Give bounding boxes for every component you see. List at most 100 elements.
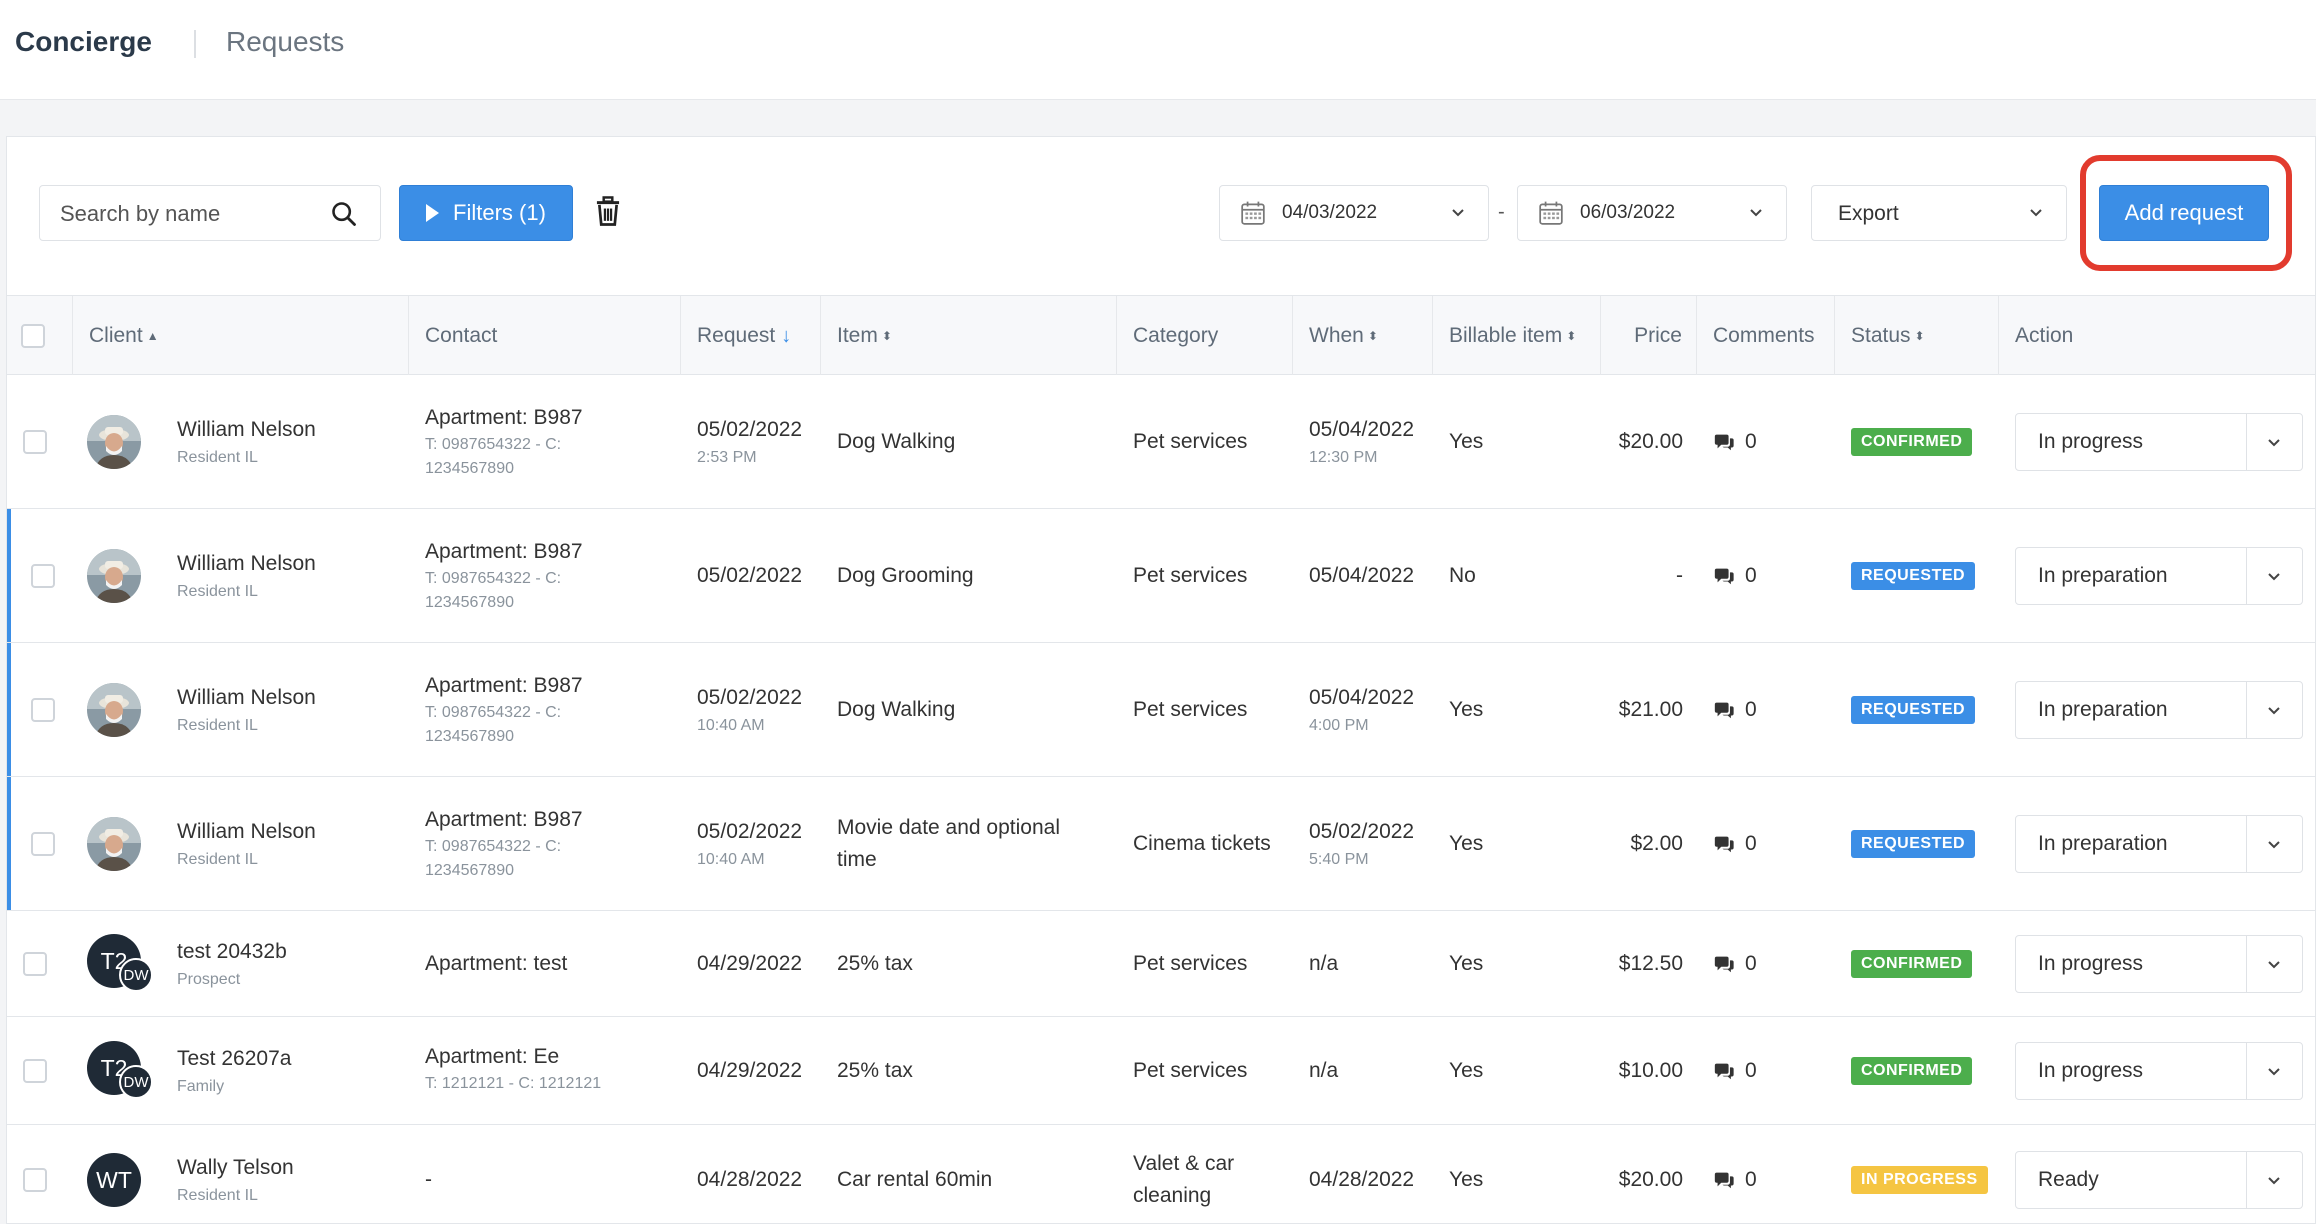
- row-checkbox[interactable]: [23, 430, 47, 454]
- secondary-avatar-initials: DW: [123, 1073, 149, 1091]
- client-cell[interactable]: Test 26207a Family: [177, 1017, 407, 1124]
- request-date: 04/28/2022: [697, 1167, 803, 1191]
- comments-icon[interactable]: [1713, 833, 1735, 855]
- row-checkbox[interactable]: [31, 698, 55, 722]
- billable-cell: Yes: [1449, 777, 1599, 910]
- row-checkbox[interactable]: [23, 952, 47, 976]
- client-name[interactable]: William Nelson: [177, 685, 407, 711]
- when-cell: n/a: [1309, 1017, 1433, 1124]
- th-contact: Contact: [409, 296, 681, 376]
- status-cell: CONFIRMED: [1851, 1017, 1999, 1124]
- when-date: 05/04/2022: [1309, 417, 1415, 441]
- client-role: Resident IL: [177, 448, 258, 466]
- app-title[interactable]: Concierge: [15, 26, 152, 58]
- date-from-picker[interactable]: 04/03/2022: [1219, 185, 1489, 241]
- comments-cell[interactable]: 0: [1713, 911, 1833, 1016]
- client-role: Resident IL: [177, 716, 258, 734]
- row-checkbox[interactable]: [23, 1168, 47, 1192]
- client-cell[interactable]: William Nelson Resident IL: [177, 509, 407, 642]
- action-divider: [2246, 816, 2247, 872]
- table-row[interactable]: William Nelson Resident IL Apartment: B9…: [7, 375, 2315, 509]
- row-checkbox[interactable]: [23, 1059, 47, 1083]
- action-select[interactable]: In preparation: [2015, 681, 2303, 739]
- client-role: Resident IL: [177, 582, 258, 600]
- action-select[interactable]: In progress: [2015, 1042, 2303, 1100]
- contact-phone: T: 0987654322 - C:: [425, 837, 562, 855]
- client-cell[interactable]: William Nelson Resident IL: [177, 777, 407, 910]
- price-cell: $2.00: [1601, 777, 1683, 910]
- table-row[interactable]: T2 DW test 20432b Prospect Apartment: te…: [7, 911, 2315, 1017]
- th-status-label: Status: [1851, 324, 1911, 347]
- item-name: 25% tax: [837, 1058, 913, 1082]
- comments-cell[interactable]: 0: [1713, 777, 1833, 910]
- th-request[interactable]: Request ↓: [681, 296, 821, 376]
- contact-phone-cont: 1234567890: [425, 861, 514, 879]
- when-time: 5:40 PM: [1309, 850, 1369, 868]
- action-select[interactable]: In preparation: [2015, 547, 2303, 605]
- comments-icon[interactable]: [1713, 431, 1735, 453]
- item-cell: Dog Walking: [837, 643, 1099, 776]
- client-cell[interactable]: William Nelson Resident IL: [177, 375, 407, 508]
- breadcrumb[interactable]: Requests: [226, 26, 344, 58]
- table-row[interactable]: William Nelson Resident IL Apartment: B9…: [7, 643, 2315, 777]
- status-badge: CONFIRMED: [1851, 949, 1973, 978]
- request-date: 05/02/2022: [697, 563, 803, 587]
- avatar-initials: WT: [96, 1166, 132, 1193]
- contact-cell: -: [425, 1125, 675, 1223]
- trash-icon[interactable]: [593, 195, 623, 227]
- comments-icon[interactable]: [1713, 1169, 1735, 1191]
- status-badge: IN PROGRESS: [1851, 1165, 1988, 1194]
- price-cell: $10.00: [1601, 1017, 1683, 1124]
- comments-cell[interactable]: 0: [1713, 1017, 1833, 1124]
- client-name[interactable]: William Nelson: [177, 551, 407, 577]
- search-icon[interactable]: [330, 200, 358, 228]
- table-row[interactable]: William Nelson Resident IL Apartment: B9…: [7, 777, 2315, 911]
- client-cell[interactable]: Wally Telson Resident IL: [177, 1125, 407, 1223]
- export-dropdown[interactable]: Export: [1811, 185, 2067, 241]
- search-field[interactable]: [39, 185, 381, 241]
- th-billable[interactable]: Billable item ⬍: [1433, 296, 1601, 376]
- comments-icon[interactable]: [1713, 565, 1735, 587]
- th-when[interactable]: When ⬍: [1293, 296, 1433, 376]
- secondary-avatar: DW: [119, 958, 153, 992]
- search-input[interactable]: [60, 198, 320, 230]
- client-name[interactable]: Test 26207a: [177, 1046, 407, 1072]
- sort-icon: ⬍: [881, 329, 892, 343]
- action-select[interactable]: In progress: [2015, 413, 2303, 471]
- category-cell: Pet services: [1133, 375, 1293, 508]
- comments-cell[interactable]: 0: [1713, 643, 1833, 776]
- comments-cell[interactable]: 0: [1713, 1125, 1833, 1223]
- client-name[interactable]: William Nelson: [177, 819, 407, 845]
- row-checkbox[interactable]: [31, 564, 55, 588]
- table-row[interactable]: WT Wally Telson Resident IL - 04/28/2022…: [7, 1125, 2315, 1223]
- client-name[interactable]: test 20432b: [177, 939, 407, 965]
- client-cell[interactable]: William Nelson Resident IL: [177, 643, 407, 776]
- date-to-picker[interactable]: 06/03/2022: [1517, 185, 1787, 241]
- comments-cell[interactable]: 0: [1713, 375, 1833, 508]
- filters-button[interactable]: Filters (1): [399, 185, 573, 241]
- client-cell[interactable]: test 20432b Prospect: [177, 911, 407, 1016]
- table-row[interactable]: William Nelson Resident IL Apartment: B9…: [7, 509, 2315, 643]
- table-row[interactable]: T2 DW Test 26207a Family Apartment: Ee T…: [7, 1017, 2315, 1125]
- add-request-button[interactable]: Add request: [2099, 185, 2269, 241]
- comments-cell[interactable]: 0: [1713, 509, 1833, 642]
- action-select[interactable]: In progress: [2015, 935, 2303, 993]
- th-item[interactable]: Item ⬍: [821, 296, 1117, 376]
- request-date: 04/29/2022: [697, 1058, 803, 1082]
- client-name[interactable]: Wally Telson: [177, 1155, 407, 1181]
- action-select[interactable]: Ready: [2015, 1151, 2303, 1209]
- contact-cell: Apartment: Ee T: 1212121 - C: 1212121: [425, 1017, 675, 1124]
- comments-count: 0: [1745, 831, 1757, 855]
- comments-icon[interactable]: [1713, 1060, 1735, 1082]
- billable-value: Yes: [1449, 1167, 1484, 1191]
- action-select[interactable]: In preparation: [2015, 815, 2303, 873]
- comments-icon[interactable]: [1713, 699, 1735, 721]
- row-checkbox[interactable]: [31, 832, 55, 856]
- th-status[interactable]: Status ⬍: [1835, 296, 1999, 376]
- th-client[interactable]: Client ▲: [73, 296, 409, 376]
- action-value: Ready: [2038, 1168, 2099, 1191]
- comments-icon[interactable]: [1713, 953, 1735, 975]
- action-divider: [2246, 548, 2247, 604]
- client-name[interactable]: William Nelson: [177, 417, 407, 443]
- price-cell: $12.50: [1601, 911, 1683, 1016]
